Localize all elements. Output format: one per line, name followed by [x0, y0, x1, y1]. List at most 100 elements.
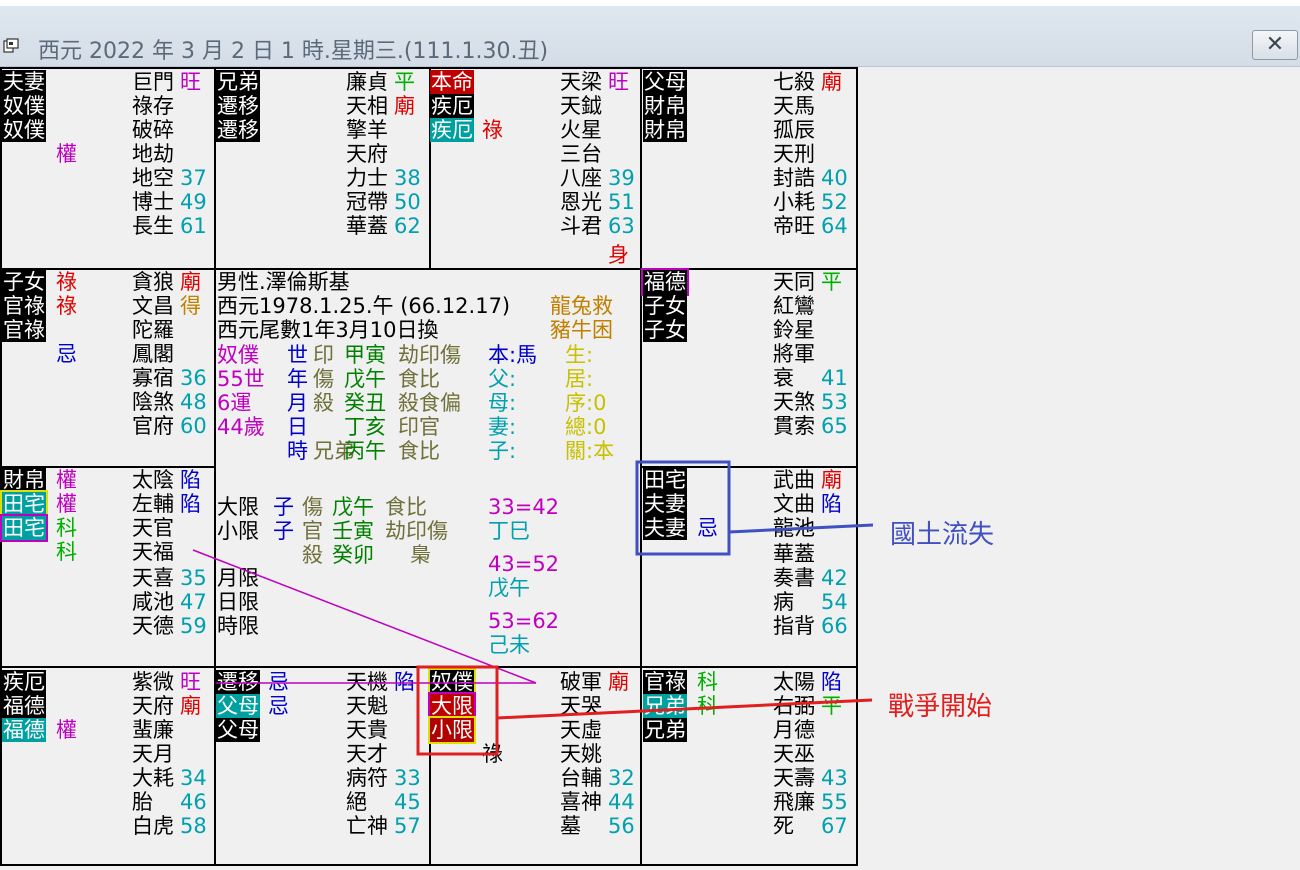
- star: 力士: [346, 166, 388, 190]
- age-number: 60: [180, 414, 207, 438]
- brightness: 陷: [180, 468, 201, 492]
- palace-label: 福德: [2, 694, 46, 718]
- palace-label: 財帛: [643, 94, 687, 118]
- age-number: 37: [180, 166, 207, 190]
- star: 破碎: [132, 118, 174, 142]
- brightness: 陷: [821, 492, 842, 516]
- star: 天德: [132, 614, 174, 638]
- info-cell: 序:0: [565, 391, 607, 415]
- age-number: 51: [608, 190, 635, 214]
- info-cell: 傷: [313, 367, 334, 391]
- star: 天才: [346, 742, 388, 766]
- palace-label: 遷移: [216, 670, 260, 694]
- star: 封誥: [773, 166, 815, 190]
- brightness: 廟: [821, 468, 842, 492]
- star: 恩光: [560, 190, 602, 214]
- star: 陀羅: [132, 318, 174, 342]
- star: 華蓋: [773, 542, 815, 566]
- star: 三台: [560, 142, 602, 166]
- hua-marker: 權: [56, 718, 77, 742]
- palace-label: 兄弟: [643, 694, 687, 718]
- star: 龍池: [773, 516, 815, 540]
- hua-marker: 忌: [697, 516, 718, 540]
- star: 天喜: [132, 566, 174, 590]
- zodiac-note: 豬牛困: [550, 318, 613, 342]
- age-number: 46: [180, 790, 207, 814]
- age-number: 59: [180, 614, 207, 638]
- palace-label: 夫妻: [643, 516, 687, 540]
- info-cell: 梟: [410, 543, 431, 567]
- age-number: 52: [821, 190, 848, 214]
- star: 八座: [560, 166, 602, 190]
- info-cell: 月: [287, 391, 308, 415]
- star: 天機: [346, 670, 388, 694]
- info-cell: 妻:: [488, 415, 517, 439]
- palace-label: 官祿: [2, 318, 46, 342]
- age-number: 50: [394, 190, 421, 214]
- star: 天府: [346, 142, 388, 166]
- star: 陰煞: [132, 390, 174, 414]
- age-number: 40: [821, 166, 848, 190]
- brightness: 廟: [394, 94, 415, 118]
- age-range: 33=42: [488, 495, 560, 519]
- info-cell: 本:馬: [488, 343, 538, 367]
- close-button[interactable]: ✕: [1252, 30, 1298, 60]
- age-stem: 戊午: [488, 576, 530, 600]
- star: 天官: [132, 516, 174, 540]
- palace-label: 遷移: [216, 94, 260, 118]
- star: 華蓋: [346, 214, 388, 238]
- info-cell: 食比: [398, 367, 440, 391]
- star: 孤辰: [773, 118, 815, 142]
- star: 武曲: [773, 468, 815, 492]
- palace-label: 福德: [641, 268, 689, 296]
- hua-marker: 科: [56, 540, 77, 564]
- annotation-war-start: 戰爭開始: [888, 692, 993, 722]
- hua-marker: 權: [56, 492, 77, 516]
- palace-label: 財帛: [643, 118, 687, 142]
- age-number: 49: [180, 190, 207, 214]
- brightness: 平: [394, 70, 415, 94]
- star: 奏書: [773, 566, 815, 590]
- age-number: 54: [821, 590, 848, 614]
- hua-marker: 祿: [56, 270, 77, 294]
- info-cell: 甲寅: [344, 343, 386, 367]
- brightness: 旺: [180, 70, 201, 94]
- palace-label: 父母: [643, 70, 687, 94]
- year-change-note: 西元尾數1年3月10日換: [217, 318, 439, 342]
- star: 天巫: [773, 742, 815, 766]
- age-stem: 丁巳: [488, 519, 530, 543]
- info-cell: 殺: [313, 391, 334, 415]
- palace-label: 子女: [643, 318, 687, 342]
- hua-marker: 祿: [482, 742, 503, 766]
- star: 咸池: [132, 590, 174, 614]
- palace-label: 疾厄: [430, 118, 474, 142]
- star: 天梁: [560, 70, 602, 94]
- age-number: 45: [394, 790, 421, 814]
- brightness: 得: [180, 294, 201, 318]
- palace-label: 兄弟: [643, 718, 687, 742]
- age-number: 62: [394, 214, 421, 238]
- info-cell: 壬寅: [332, 519, 374, 543]
- zodiac-note: 龍兔救: [550, 294, 613, 318]
- star: 紫微: [132, 670, 174, 694]
- star: 左輔: [132, 492, 174, 516]
- star: 祿存: [132, 94, 174, 118]
- app-window-icon: [3, 38, 19, 53]
- star: 天貴: [346, 718, 388, 742]
- star: 破軍: [560, 670, 602, 694]
- age-range: 43=52: [488, 552, 560, 576]
- star: 天刑: [773, 142, 815, 166]
- info-cell: 55世: [217, 367, 265, 391]
- star: 天虛: [560, 718, 602, 742]
- brightness: 旺: [180, 670, 201, 694]
- star: 貫索: [773, 414, 815, 438]
- palace-label: 小限: [428, 716, 476, 744]
- star: 絕: [346, 790, 367, 814]
- info-cell: 6運: [217, 391, 252, 415]
- age-number: 43: [821, 766, 848, 790]
- star: 官府: [132, 414, 174, 438]
- star: 白虎: [132, 814, 174, 838]
- star: 墓: [560, 814, 581, 838]
- window-titlebar[interactable]: 西元 2022 年 3 月 2 日 1 時.星期三.(111.1.30.丑) ✕: [0, 6, 1300, 67]
- palace-label: 田宅: [0, 490, 48, 518]
